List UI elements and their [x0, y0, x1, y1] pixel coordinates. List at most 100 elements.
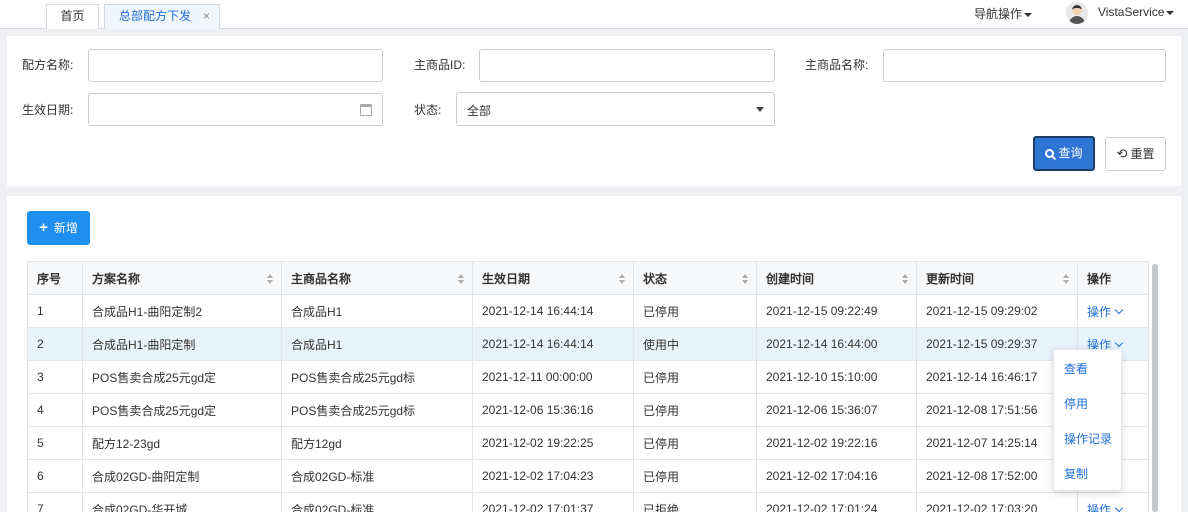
cell-updated: 2021-12-15 09:29:02 — [916, 294, 1078, 328]
effective-date-input[interactable] — [88, 93, 383, 126]
caret-down-icon — [1024, 12, 1033, 17]
cell-effective: 2021-12-02 19:22:25 — [472, 426, 634, 460]
cell-no: 6 — [27, 459, 83, 493]
cell-no: 3 — [27, 360, 83, 394]
sort-icon[interactable] — [267, 274, 273, 284]
column-header-created[interactable]: 创建时间 — [756, 261, 917, 295]
menu-item-history[interactable]: 操作记录 — [1064, 430, 1112, 447]
cell-created: 2021-12-15 09:22:49 — [756, 294, 917, 328]
status-select[interactable]: 全部 — [456, 92, 775, 126]
table-row[interactable]: 6 合成02GD-曲阳定制 合成02GD-标准 2021-12-02 17:04… — [27, 459, 1149, 493]
add-button[interactable]: + 新增 — [27, 211, 90, 245]
query-button-label: 查询 — [1058, 146, 1083, 160]
table-scrollbar[interactable] — [1152, 264, 1158, 512]
search-icon — [1045, 149, 1055, 158]
sort-icon[interactable] — [742, 274, 748, 284]
tab-recipe-distribution[interactable]: 总部配方下发 × — [104, 4, 220, 29]
cell-created: 2021-12-02 17:04:16 — [756, 459, 917, 493]
user-dropdown[interactable]: VistaService — [1098, 5, 1175, 19]
effective-date-label: 生效日期: — [22, 103, 74, 117]
recipe-name-label: 配方名称: — [22, 58, 74, 72]
cell-effective: 2021-12-06 15:36:16 — [472, 393, 634, 427]
cell-status: 已停用 — [633, 360, 757, 394]
refresh-icon: ⟲ — [1116, 146, 1128, 161]
cell-no: 1 — [27, 294, 83, 328]
calendar-icon[interactable] — [360, 104, 372, 116]
status-select-value: 全部 — [467, 104, 492, 118]
column-header-updated[interactable]: 更新时间 — [916, 261, 1078, 295]
username: VistaService — [1098, 5, 1165, 19]
caret-down-icon — [1166, 10, 1175, 15]
tab-home[interactable]: 首页 — [46, 4, 99, 29]
table-row[interactable]: 4 POS售卖合成25元gd定 POS售卖合成25元gd标 2021-12-06… — [27, 393, 1149, 427]
cell-created: 2021-12-02 19:22:16 — [756, 426, 917, 460]
sort-icon[interactable] — [619, 274, 625, 284]
ops-dropdown-link[interactable]: 操作 — [1087, 305, 1124, 319]
menu-item-disable[interactable]: 停用 — [1064, 395, 1088, 412]
cell-effective: 2021-12-14 16:44:14 — [472, 294, 634, 328]
cell-name: 合成02GD-曲阳定制 — [82, 459, 282, 493]
add-button-label: 新增 — [53, 221, 78, 235]
tab-home-label: 首页 — [60, 9, 85, 23]
cell-status: 使用中 — [633, 327, 757, 361]
main-product-name-input[interactable] — [883, 49, 1166, 82]
cell-name: 配方12-23gd — [82, 426, 282, 460]
recipe-table: 序号 方案名称 主商品名称 生效日期 状态 创建时间 更新时间 操作 1 合成品… — [27, 261, 1149, 512]
cell-status: 已拒绝 — [633, 492, 757, 512]
plus-icon: + — [39, 219, 48, 236]
sort-icon[interactable] — [1063, 274, 1069, 284]
cell-status: 已停用 — [633, 294, 757, 328]
cell-effective: 2021-12-14 16:44:14 — [472, 327, 634, 361]
cell-no: 2 — [27, 327, 83, 361]
column-header-name[interactable]: 方案名称 — [82, 261, 282, 295]
chevron-down-icon — [1114, 338, 1124, 347]
reset-button-label: 重置 — [1130, 147, 1155, 161]
reset-button[interactable]: ⟲ 重置 — [1105, 137, 1166, 171]
recipe-name-input[interactable] — [88, 49, 383, 82]
cell-product: 合成02GD-标准 — [281, 492, 473, 512]
column-header-product[interactable]: 主商品名称 — [281, 261, 473, 295]
tab-recipe-distribution-label: 总部配方下发 — [119, 9, 192, 23]
cell-product: 配方12gd — [281, 426, 473, 460]
chevron-down-icon — [1114, 503, 1124, 512]
sort-icon[interactable] — [902, 274, 908, 284]
tab-close-icon[interactable]: × — [203, 5, 210, 28]
table-row[interactable]: 5 配方12-23gd 配方12gd 2021-12-02 19:22:25 已… — [27, 426, 1149, 460]
cell-product: 合成品H1 — [281, 294, 473, 328]
cell-status: 已停用 — [633, 426, 757, 460]
column-header-ops: 操作 — [1077, 261, 1149, 295]
menu-item-view[interactable]: 查看 — [1064, 360, 1088, 377]
table-header-row: 序号 方案名称 主商品名称 生效日期 状态 创建时间 更新时间 操作 — [27, 261, 1149, 295]
table-row[interactable]: 7 合成02GD-华开城 合成02GD-标准 2021-12-02 17:01:… — [27, 492, 1149, 512]
list-panel: + 新增 序号 方案名称 主商品名称 生效日期 状态 创建时间 更新时间 操作 1… — [7, 196, 1181, 512]
sort-icon[interactable] — [458, 274, 464, 284]
avatar[interactable] — [1066, 2, 1088, 24]
column-header-effective[interactable]: 生效日期 — [472, 261, 634, 295]
cell-status: 已停用 — [633, 459, 757, 493]
cell-product: 合成品H1 — [281, 327, 473, 361]
table-row[interactable]: 2 合成品H1-曲阳定制 合成品H1 2021-12-14 16:44:14 使… — [27, 327, 1149, 361]
main-product-id-input[interactable] — [479, 49, 775, 82]
column-header-no: 序号 — [27, 261, 83, 295]
cell-no: 4 — [27, 393, 83, 427]
status-label: 状态: — [414, 103, 442, 117]
table-row[interactable]: 1 合成品H1-曲阳定制2 合成品H1 2021-12-14 16:44:14 … — [27, 294, 1149, 328]
cell-created: 2021-12-06 15:36:07 — [756, 393, 917, 427]
chevron-down-icon — [1114, 305, 1124, 314]
table-row[interactable]: 3 POS售卖合成25元gd定 POS售卖合成25元gd标 2021-12-11… — [27, 360, 1149, 394]
cell-effective: 2021-12-02 17:01:37 — [472, 492, 634, 512]
cell-ops: 操作 — [1077, 294, 1149, 328]
cell-no: 5 — [27, 426, 83, 460]
cell-created: 2021-12-02 17:01:24 — [756, 492, 917, 512]
query-button[interactable]: 查询 — [1033, 136, 1095, 171]
cell-created: 2021-12-10 15:10:00 — [756, 360, 917, 394]
menu-item-copy[interactable]: 复制 — [1064, 465, 1088, 482]
column-header-status[interactable]: 状态 — [633, 261, 757, 295]
cell-effective: 2021-12-02 17:04:23 — [472, 459, 634, 493]
scrollbar-thumb[interactable] — [1152, 264, 1158, 512]
cell-updated: 2021-12-02 17:03:20 — [916, 492, 1078, 512]
cell-name: POS售卖合成25元gd定 — [82, 360, 282, 394]
ops-dropdown-link[interactable]: 操作 — [1087, 503, 1124, 512]
cell-product: 合成02GD-标准 — [281, 459, 473, 493]
nav-ops-dropdown[interactable]: 导航操作 — [974, 5, 1033, 22]
